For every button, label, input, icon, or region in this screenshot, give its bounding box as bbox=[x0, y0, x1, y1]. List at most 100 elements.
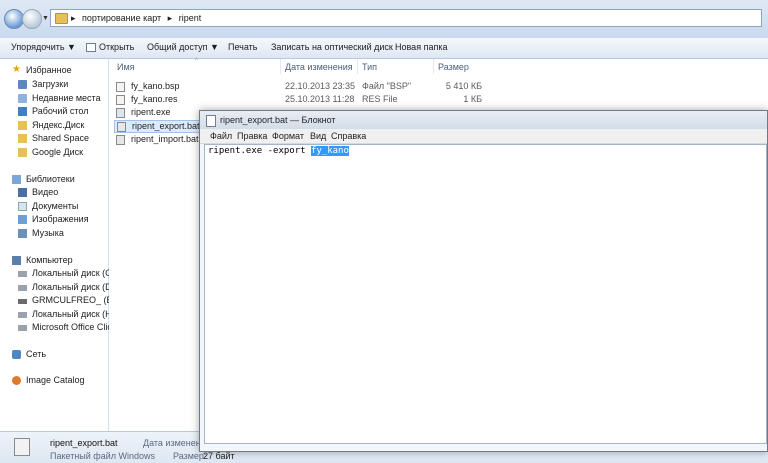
sort-arrow-icon: ^ bbox=[195, 58, 198, 64]
nav-disk-e-label: GRMCULFREO_ (E:) bbox=[32, 295, 119, 305]
bat-file-icon bbox=[116, 135, 125, 145]
menu-edit[interactable]: Правка bbox=[237, 131, 267, 141]
notepad-window[interactable]: ripent_export.bat — Блокнот Файл Правка … bbox=[199, 110, 768, 452]
nav-yandex-label: Яндекс.Диск bbox=[32, 120, 85, 130]
notepad-icon bbox=[206, 115, 216, 127]
details-size-label: Размер: bbox=[173, 451, 207, 461]
nav-favorites-label: Избранное bbox=[26, 65, 72, 75]
notepad-text-area[interactable]: ripent.exe -export fy_kano bbox=[204, 144, 767, 444]
libraries-icon bbox=[12, 175, 21, 184]
nav-computer-label: Компьютер bbox=[26, 255, 73, 265]
menu-help[interactable]: Справка bbox=[331, 131, 366, 141]
burn-button[interactable]: Записать на оптический диск bbox=[271, 42, 393, 52]
file-type: Файл "BSP" bbox=[362, 81, 412, 91]
file-type: RES File bbox=[362, 94, 398, 104]
nav-video-label: Видео bbox=[32, 187, 59, 197]
table-row-selected[interactable]: ripent_export.bat bbox=[114, 120, 200, 133]
file-size: 1 КБ bbox=[463, 94, 482, 104]
navigation-pane: ★ Избранное Загрузки Недавние места Рабо… bbox=[0, 59, 118, 431]
drive-h-icon bbox=[18, 312, 27, 318]
column-header-name[interactable]: Имя bbox=[117, 62, 135, 72]
history-dropdown-icon[interactable]: ▼ bbox=[42, 15, 49, 22]
documents-icon bbox=[18, 202, 27, 211]
star-icon: ★ bbox=[12, 64, 21, 75]
print-button[interactable]: Печать bbox=[228, 42, 257, 52]
breadcrumb-sep: ▸ bbox=[167, 13, 173, 23]
open-icon bbox=[86, 43, 96, 52]
nav-downloads-label: Загрузки bbox=[32, 79, 69, 89]
computer-icon bbox=[12, 256, 21, 265]
column-separator[interactable] bbox=[433, 59, 434, 74]
file-name: ripent_import.bat bbox=[131, 134, 199, 144]
details-file-name: ripent_export.bat bbox=[50, 438, 118, 448]
desktop-icon bbox=[18, 107, 27, 116]
res-file-icon bbox=[116, 95, 125, 105]
file-size: 5 410 КБ bbox=[445, 81, 482, 91]
command-bar: Упорядочить ▼ Открыть Общий доступ ▼ Печ… bbox=[0, 38, 768, 59]
forward-button[interactable] bbox=[22, 9, 42, 29]
text-content: ripent.exe -export bbox=[208, 146, 311, 156]
file-name: fy_kano.res bbox=[131, 94, 178, 104]
open-button[interactable]: Открыть bbox=[99, 42, 134, 52]
text-selection: fy_kano bbox=[310, 146, 349, 156]
nav-office-label: Microsoft Office Click bbox=[32, 322, 117, 332]
column-separator[interactable] bbox=[357, 59, 358, 74]
drive-d-icon bbox=[18, 285, 27, 291]
notepad-menu-bar: Файл Правка Формат Вид Справка bbox=[200, 129, 767, 144]
details-date-label: Дата изменени bbox=[143, 438, 206, 448]
nav-network-label: Сеть bbox=[26, 349, 47, 359]
breadcrumb[interactable]: ▸ портирование карт ▸ ripent bbox=[71, 13, 205, 24]
file-name: ripent.exe bbox=[131, 107, 171, 117]
usb-drive-icon bbox=[18, 299, 27, 304]
nav-recent-label: Недавние места bbox=[32, 93, 101, 103]
notepad-title: ripent_export.bat — Блокнот bbox=[220, 115, 336, 125]
downloads-icon bbox=[18, 80, 27, 89]
nav-shared-label: Shared Space bbox=[32, 133, 90, 143]
file-date: 25.10.2013 11:28 bbox=[285, 94, 355, 104]
nav-favorites[interactable]: ★ Избранное bbox=[0, 65, 108, 78]
column-separator[interactable] bbox=[280, 59, 281, 74]
nav-disk-d-label: Локальный диск (D:) bbox=[32, 282, 118, 292]
image-catalog-icon bbox=[12, 376, 21, 385]
nav-disk-c-label: Локальный диск (C:) bbox=[32, 268, 118, 278]
nav-image-catalog-label: Image Catalog bbox=[26, 375, 85, 385]
path-box[interactable]: ▸ портирование карт ▸ ripent bbox=[50, 9, 762, 27]
shared-space-icon bbox=[18, 134, 27, 143]
address-bar: ▼ ▸ портирование карт ▸ ripent bbox=[0, 0, 768, 38]
file-name: ripent_export.bat bbox=[132, 121, 200, 131]
table-row[interactable]: ripent_import.bat bbox=[116, 134, 199, 147]
nav-images-label: Изображения bbox=[32, 214, 89, 224]
network-icon bbox=[12, 350, 21, 359]
column-header-date[interactable]: Дата изменения bbox=[285, 62, 353, 72]
breadcrumb-sep: ▸ bbox=[71, 13, 76, 23]
new-folder-button[interactable]: Новая папка bbox=[395, 42, 447, 52]
nav-documents-label: Документы bbox=[32, 201, 79, 211]
table-row[interactable]: ripent.exe bbox=[116, 107, 196, 120]
drive-office-icon bbox=[18, 325, 27, 331]
nav-desktop-label: Рабочий стол bbox=[32, 106, 89, 116]
google-drive-icon bbox=[18, 148, 27, 157]
folder-icon bbox=[55, 13, 68, 24]
details-size-value: 27 байт bbox=[203, 451, 235, 461]
organize-button[interactable]: Упорядочить ▼ bbox=[11, 42, 76, 52]
column-header-type[interactable]: Тип bbox=[362, 62, 377, 72]
notepad-text: ripent.exe -export fy_kano bbox=[208, 146, 349, 156]
video-icon bbox=[18, 188, 27, 197]
share-button[interactable]: Общий доступ ▼ bbox=[147, 42, 219, 52]
breadcrumb-item-porting[interactable]: портирование карт bbox=[82, 13, 161, 23]
menu-format[interactable]: Формат bbox=[272, 131, 304, 141]
file-name: fy_kano.bsp bbox=[131, 81, 180, 91]
breadcrumb-item-ripent[interactable]: ripent bbox=[179, 13, 202, 23]
notepad-title-bar[interactable]: ripent_export.bat — Блокнот bbox=[200, 111, 767, 129]
back-button[interactable] bbox=[4, 9, 24, 29]
bat-file-large-icon bbox=[14, 438, 30, 456]
details-file-kind: Пакетный файл Windows bbox=[50, 451, 156, 461]
menu-file[interactable]: Файл bbox=[210, 131, 232, 141]
column-header-size[interactable]: Размер bbox=[438, 62, 469, 72]
drive-c-icon bbox=[18, 271, 27, 277]
yandex-disk-icon bbox=[18, 121, 27, 130]
nav-music-label: Музыка bbox=[32, 228, 64, 238]
images-icon bbox=[18, 215, 27, 224]
nav-disk-h-label: Локальный диск (H:) bbox=[32, 309, 118, 319]
menu-view[interactable]: Вид bbox=[310, 131, 326, 141]
